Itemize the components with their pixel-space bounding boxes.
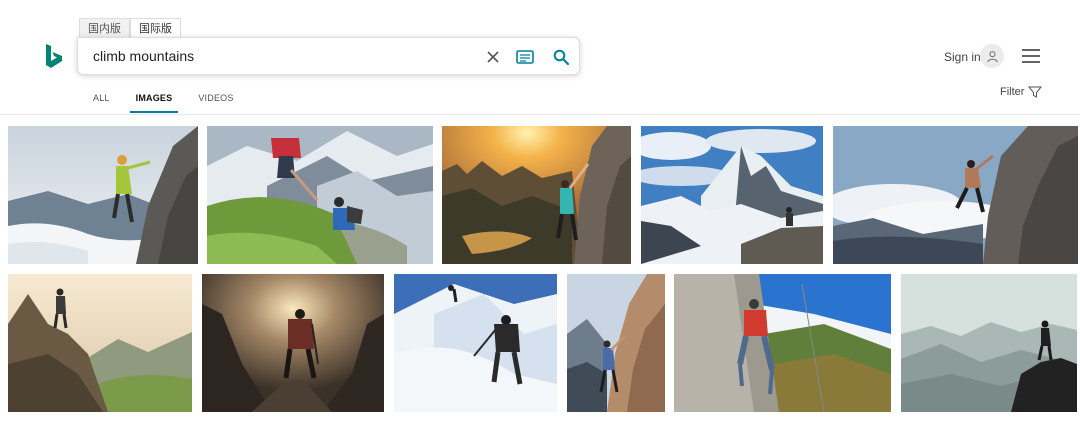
sign-in-link[interactable]: Sign in: [944, 50, 981, 64]
image-result[interactable]: [567, 274, 665, 412]
filter-label: Filter: [1000, 86, 1025, 98]
scope-tabs: ALL IMAGES VIDEOS: [80, 92, 247, 116]
image-result[interactable]: [394, 274, 557, 412]
image-result[interactable]: [442, 126, 631, 264]
user-icon[interactable]: [980, 44, 1004, 68]
search-icon[interactable]: [551, 47, 571, 67]
bing-logo-icon[interactable]: [44, 43, 64, 69]
image-result[interactable]: [8, 274, 192, 412]
image-result[interactable]: [674, 274, 891, 412]
tab-images[interactable]: IMAGES: [129, 92, 179, 114]
visual-search-icon[interactable]: [515, 47, 535, 67]
hamburger-menu-icon[interactable]: [1022, 49, 1040, 63]
region-tab-international[interactable]: 国际版: [130, 18, 181, 38]
tab-videos[interactable]: VIDEOS: [198, 92, 233, 114]
image-result[interactable]: [8, 126, 198, 264]
tab-all[interactable]: ALL: [93, 92, 110, 114]
region-tab-domestic[interactable]: 国内版: [79, 18, 130, 38]
region-tabs: 国内版 国际版: [79, 18, 181, 38]
image-result[interactable]: [833, 126, 1078, 264]
header-divider: [0, 114, 1080, 115]
search-input[interactable]: [93, 38, 473, 74]
filter-funnel-icon: [1028, 86, 1043, 98]
search-box: [77, 37, 580, 75]
image-result[interactable]: [901, 274, 1077, 412]
filter-button[interactable]: Filter: [1000, 86, 1043, 98]
image-result[interactable]: [207, 126, 433, 264]
clear-icon[interactable]: [483, 47, 503, 67]
image-result[interactable]: [641, 126, 823, 264]
image-result[interactable]: [202, 274, 384, 412]
